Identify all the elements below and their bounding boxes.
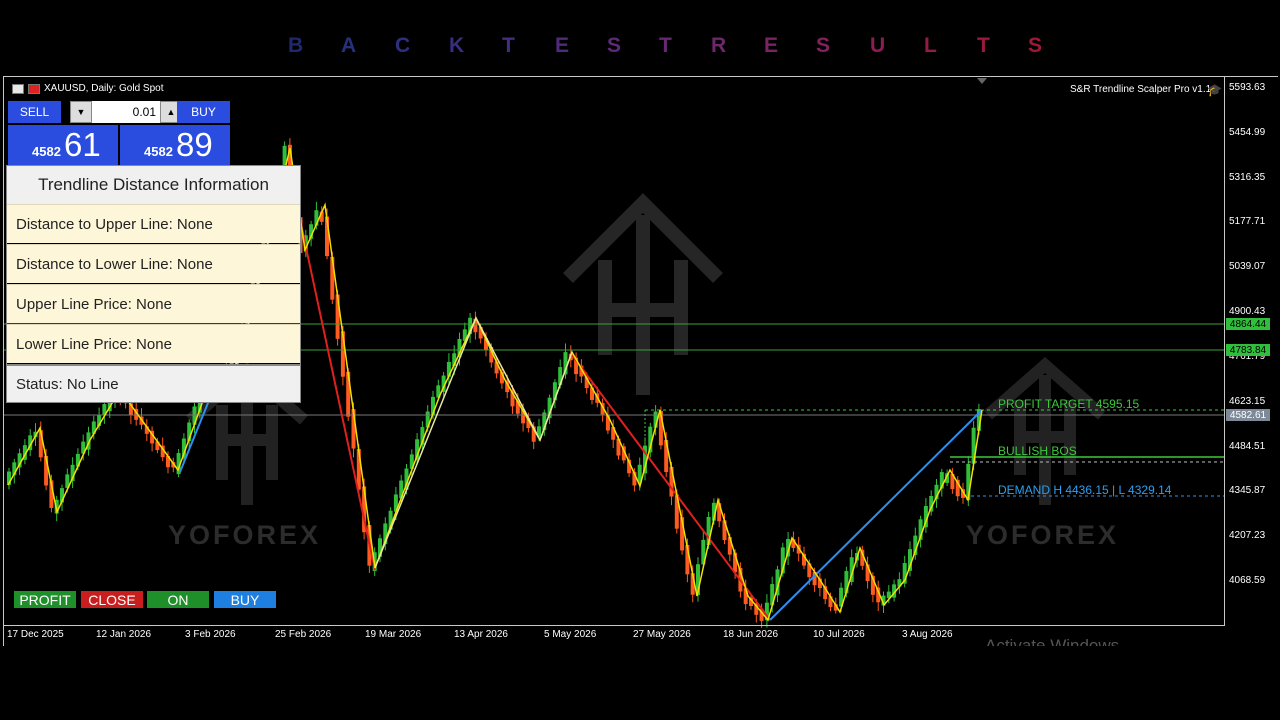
date-axis-label: 3 Feb 2026 [185,629,236,640]
expert-advisor-name: S&R Trendline Scalper Pro v1.1 [1070,84,1212,95]
price-axis-label: 4484.51 [1229,441,1266,452]
watermark-text-right: YOFOREX [966,520,1120,550]
one-click-trading-panel: SELL ▼ 0.01 ▲ BUY 4582 61 4582 89 [8,101,230,165]
symbol-title: XAUUSD, Daily: Gold Spot [12,83,164,94]
price-axis-label: 5039.07 [1229,261,1266,272]
price-axis-label: 4900.43 [1229,306,1266,317]
buy-action-button[interactable]: BUY [214,591,276,608]
date-axis-label: 5 May 2026 [544,629,597,640]
date-axis-label: 3 Aug 2026 [902,629,953,640]
sell-price-small: 4582 [32,144,61,159]
info-panel-title: Trendline Distance Information [7,166,300,204]
price-axis-label: 5593.63 [1229,82,1266,93]
date-axis-label: 17 Dec 2025 [7,629,64,640]
date-axis-label: 25 Feb 2026 [275,629,332,640]
on-button[interactable]: ON [147,591,209,608]
price-axis-label: 5316.35 [1229,172,1266,183]
trendline-info-panel: Trendline Distance Information Distance … [6,165,301,403]
sell-price[interactable]: 4582 61 [8,125,118,165]
info-row-upper-distance: Distance to Upper Line: None [7,204,300,243]
activate-windows-watermark: Activate Windows [985,636,1120,646]
info-row-lower-distance: Distance to Lower Line: None [7,244,300,283]
info-row-lower-price: Lower Line Price: None [7,324,300,363]
price-axis-label: 4345.87 [1229,485,1266,496]
sell-button[interactable]: SELL [8,101,61,123]
demand-zone-label: DEMAND H 4436.15 | L 4329.14 [998,483,1172,497]
price-axis-label: 4207.23 [1229,530,1266,541]
profit-target-label: PROFIT TARGET 4595.15 [998,397,1140,411]
close-button[interactable]: CLOSE [81,591,143,608]
sell-price-big: 61 [64,126,101,163]
chart-menu-icon[interactable] [12,83,24,94]
profit-button[interactable]: PROFIT [14,591,76,608]
price-axis-label: 4623.15 [1229,396,1266,407]
date-axis-label: 27 May 2026 [633,629,691,640]
graduation-cap-icon: 🎓 [1207,83,1222,97]
price-tag-resistance-upper: 4864.44 [1226,318,1270,330]
date-axis-label: 19 Mar 2026 [365,629,422,640]
price-axis-label: 4068.59 [1229,575,1266,586]
bullish-bos-label: BULLISH BOS [998,444,1077,458]
price-tag-resistance-lower: 4783.84 [1226,344,1270,356]
info-row-status: Status: No Line [7,364,300,402]
date-axis-label: 12 Jan 2026 [96,629,152,640]
lot-decrease-icon[interactable]: ▼ [70,101,92,123]
buy-price-big: 89 [176,126,213,163]
watermark-text-left: YOFOREX [168,520,322,550]
date-axis-label: 13 Apr 2026 [454,629,508,640]
info-row-upper-price: Upper Line Price: None [7,284,300,323]
symbol-title-text: XAUUSD, Daily: Gold Spot [44,83,164,94]
price-axis-label: 5177.71 [1229,216,1266,227]
buy-button[interactable]: BUY [177,101,230,123]
price-tag-current: 4582.61 [1226,409,1270,421]
price-axis-label: 5454.99 [1229,127,1266,138]
lot-size-input[interactable]: 0.01 [92,101,160,123]
date-axis-label: 10 Jul 2026 [813,629,865,640]
ea-icon[interactable] [28,83,40,94]
buy-price[interactable]: 4582 89 [120,125,230,165]
date-axis-label: 18 Jun 2026 [723,629,779,640]
buy-price-small: 4582 [144,144,173,159]
